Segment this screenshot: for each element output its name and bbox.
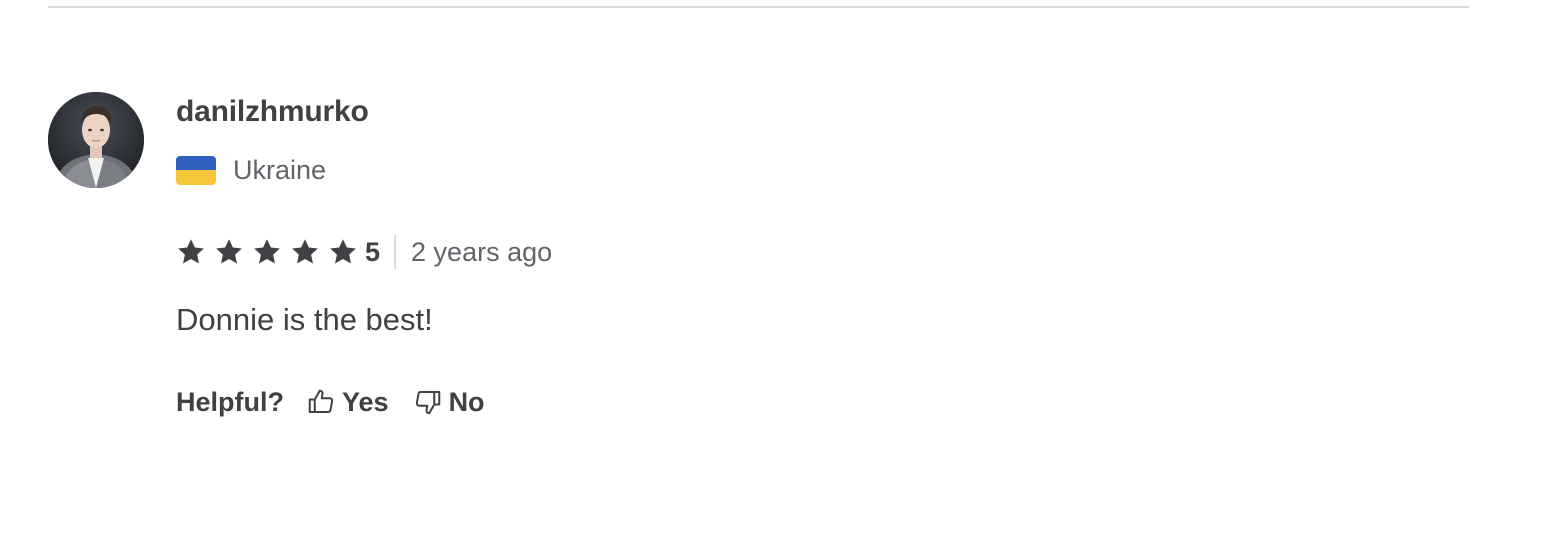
rating-row: 5 2 years ago — [176, 235, 552, 269]
star-icon — [178, 239, 204, 264]
helpful-no-button[interactable]: No — [413, 387, 485, 418]
thumbs-down-icon — [415, 391, 440, 415]
star-icon — [216, 239, 242, 264]
avatar[interactable] — [48, 92, 144, 188]
review-text: Donnie is the best! — [176, 302, 433, 337]
helpful-row: Helpful? Yes No — [176, 384, 485, 420]
country-row: Ukraine — [176, 154, 326, 186]
helpful-yes-button[interactable]: Yes — [306, 387, 389, 418]
thumbs-up-icon — [308, 389, 334, 413]
rating-separator — [394, 235, 397, 269]
rating-value: 5 — [365, 236, 381, 267]
top-divider — [48, 6, 1469, 8]
avatar-photo — [48, 92, 144, 188]
review-time: 2 years ago — [411, 236, 553, 267]
star-rating — [176, 237, 358, 267]
star-icon — [254, 239, 280, 264]
helpful-yes-label: Yes — [342, 386, 389, 417]
ukraine-flag-icon — [176, 155, 216, 185]
helpful-label: Helpful? — [176, 386, 284, 417]
star-icon — [292, 239, 318, 264]
country-name: Ukraine — [233, 154, 327, 185]
star-icon — [330, 239, 356, 264]
username[interactable]: danilzhmurko — [176, 95, 369, 129]
review-page: danilzhmurko Ukraine 5 2 years ago Donni… — [0, 0, 1562, 552]
helpful-no-label: No — [448, 386, 485, 417]
